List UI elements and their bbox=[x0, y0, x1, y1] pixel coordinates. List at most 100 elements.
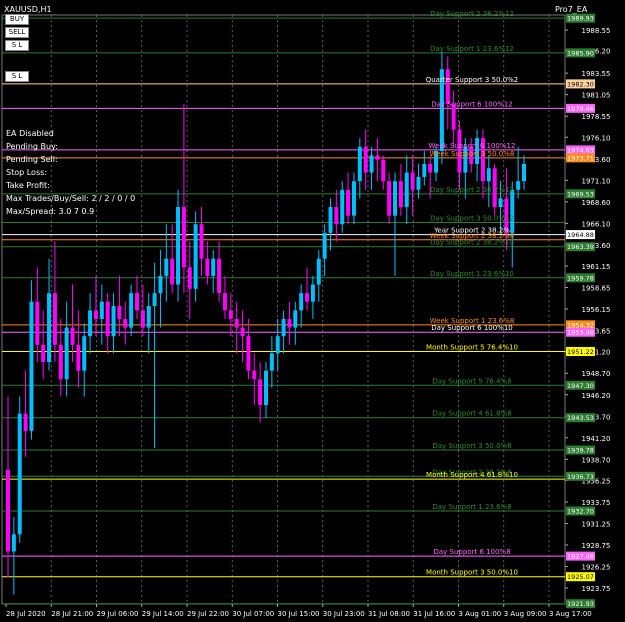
ea-status: EA Disabled bbox=[6, 129, 54, 138]
price-badge-label: 1963.39 bbox=[567, 243, 594, 251]
price-tick-label: 1938.70 bbox=[582, 456, 611, 464]
level-label: Day Support 1 23.6%8 bbox=[432, 503, 511, 511]
price-tick-label: 1933.75 bbox=[582, 499, 611, 507]
buy-button[interactable]: BUY bbox=[5, 14, 29, 25]
price-badge-label: 1964.88 bbox=[567, 231, 594, 239]
candle-body bbox=[170, 258, 175, 285]
price-badge-label: 1943.53 bbox=[567, 414, 594, 422]
candle-body bbox=[129, 293, 134, 328]
candle-body bbox=[58, 344, 63, 380]
stop-loss-line-label[interactable]: S L bbox=[5, 71, 29, 82]
price-badge-label: 1932.70 bbox=[567, 508, 594, 516]
level-label: Day Support 1 23.6%12 bbox=[430, 45, 514, 53]
candle-body bbox=[387, 181, 392, 216]
candle-body bbox=[410, 172, 415, 190]
candle-body bbox=[222, 293, 227, 311]
max-spread-info: Max/Spread: 3.0 7 0.9 bbox=[6, 207, 95, 216]
candle-body bbox=[252, 370, 257, 380]
price-tick-label: 1926.25 bbox=[582, 564, 611, 572]
candle-body bbox=[70, 327, 75, 345]
candle-body bbox=[47, 293, 52, 363]
pending-buy: Pending Buy: bbox=[6, 142, 58, 151]
price-badge-label: 1974.63 bbox=[567, 146, 594, 154]
candle-body bbox=[135, 293, 139, 311]
candle-body bbox=[445, 69, 450, 104]
price-badge-label: 1927.46 bbox=[567, 553, 594, 561]
candle-body bbox=[334, 207, 339, 225]
price-tick-label: 1988.55 bbox=[582, 27, 611, 35]
candle-body bbox=[64, 327, 69, 380]
candle-body bbox=[205, 258, 210, 276]
level-label: Quarter Support 3 50.0%2 bbox=[426, 76, 519, 84]
time-label: 29 Jul 06:00 bbox=[97, 610, 139, 618]
candle-body bbox=[422, 163, 427, 177]
price-tick-label: 1928.75 bbox=[582, 542, 611, 550]
level-label: Month Support 4 61.8%10 bbox=[426, 471, 518, 479]
price-tick-label: 1966.10 bbox=[582, 220, 611, 228]
candle-body bbox=[88, 310, 93, 337]
price-tick-label: 1941.20 bbox=[582, 435, 611, 443]
candle-body bbox=[299, 293, 304, 311]
level-label: Week Support 3 50.0%8 bbox=[430, 150, 515, 158]
candle-body bbox=[93, 310, 98, 319]
candle-body bbox=[164, 258, 169, 276]
sell-button[interactable]: SELL bbox=[5, 27, 29, 38]
candle-body bbox=[258, 379, 263, 406]
candle-body bbox=[322, 232, 327, 259]
price-badge-label: 1921.93 bbox=[567, 600, 594, 608]
time-label: 29 Jul 22:00 bbox=[187, 610, 229, 618]
candle-body bbox=[510, 189, 515, 233]
candle-body bbox=[35, 301, 40, 345]
candle-body bbox=[328, 207, 333, 233]
candle-body bbox=[516, 181, 521, 190]
price-tick-label: 1948.70 bbox=[582, 370, 611, 378]
candle-body bbox=[217, 258, 222, 294]
candle-body bbox=[404, 172, 409, 208]
candle-body bbox=[416, 176, 421, 190]
time-label: 3 Aug 01:00 bbox=[459, 610, 502, 618]
candle-body bbox=[275, 336, 280, 354]
price-badge-label: 1973.71 bbox=[567, 154, 594, 162]
candle-body bbox=[146, 306, 151, 328]
price-tick-label: 1923.75 bbox=[582, 585, 611, 593]
candle-body bbox=[234, 318, 239, 328]
time-label: 30 Jul 07:00 bbox=[232, 610, 274, 618]
candle-body bbox=[316, 258, 321, 285]
candle-body bbox=[369, 155, 374, 173]
candle-body bbox=[393, 181, 397, 216]
price-badge-label: 1969.53 bbox=[567, 190, 594, 198]
candle-body bbox=[281, 318, 286, 337]
level-label: Month Support 3 50.0%10 bbox=[426, 569, 518, 577]
price-tick-label: 1983.55 bbox=[582, 70, 611, 78]
candle-body bbox=[398, 181, 403, 208]
candle-body bbox=[193, 224, 198, 289]
level-label: Day Support 6 100%8 bbox=[433, 548, 510, 556]
candle-body bbox=[82, 336, 87, 371]
level-label: Day Support 5 76.4%8 bbox=[432, 377, 511, 385]
level-label: Day Support 2 38.2%10 bbox=[430, 239, 514, 247]
candle-body bbox=[17, 413, 22, 535]
price-chart[interactable]: Day Support 2 38.2%12 Day Support 1 23.6%… bbox=[0, 0, 625, 622]
level-label: Day Support 4 61.8%8 bbox=[432, 410, 511, 418]
level-label: Day Support 6 100%12 bbox=[431, 100, 513, 108]
price-badge-label: 1959.78 bbox=[567, 274, 594, 282]
candle-body bbox=[310, 284, 315, 302]
time-label: 29 Jul 14:00 bbox=[142, 610, 184, 618]
candle-body bbox=[381, 159, 386, 182]
candle-body bbox=[6, 469, 10, 552]
time-label: 3 Aug 17:00 bbox=[549, 610, 592, 618]
level-label: Day Support 3 50.0%12 bbox=[430, 215, 514, 223]
price-badge-label: 1939.78 bbox=[567, 447, 594, 455]
ea-name-label: Pro7_EA bbox=[555, 5, 588, 14]
candle-body bbox=[269, 353, 274, 371]
price-tick-label: 1978.55 bbox=[582, 113, 611, 121]
price-tick-label: 1946.20 bbox=[582, 392, 611, 400]
stop-loss-info: Stop Loss: bbox=[6, 168, 47, 177]
stop-loss-button[interactable]: S L bbox=[5, 40, 29, 51]
candle-body bbox=[117, 306, 122, 319]
level-label: Day Support 2 38.2%12 bbox=[430, 186, 514, 194]
time-label: 3 Aug 09:00 bbox=[504, 610, 547, 618]
candle-body bbox=[176, 207, 181, 285]
candle-body bbox=[152, 293, 157, 307]
candle-body bbox=[52, 293, 57, 345]
